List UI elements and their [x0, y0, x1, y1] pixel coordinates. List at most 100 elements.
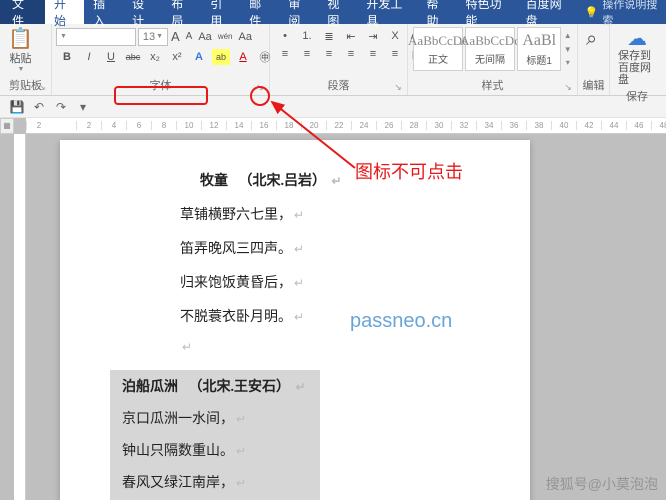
styles-launcher-icon[interactable]: ↘: [562, 81, 574, 93]
highlight-button[interactable]: ab: [212, 49, 230, 65]
tab-devtools[interactable]: 开发工具: [357, 0, 417, 24]
poem2-line: 京口瓜洲一水间，↵: [122, 408, 320, 428]
style-preview: AaBbCcDc: [460, 33, 520, 49]
poem1-title: 牧童: [200, 174, 228, 189]
document-area: ▦ 22468101214161820222426283032343638404…: [0, 118, 666, 500]
menu-file[interactable]: 文件: [0, 0, 45, 24]
empty-line: ↵: [180, 340, 530, 356]
bullets-button[interactable]: •: [276, 28, 294, 44]
watermark-sohu: 搜狐号@小莫泡泡: [546, 474, 658, 494]
align-right-button[interactable]: ≡: [320, 46, 338, 62]
style-name: 正文: [428, 51, 448, 66]
underline-button[interactable]: U: [102, 49, 120, 65]
tab-references[interactable]: 引用: [201, 0, 240, 24]
font-color-button[interactable]: A: [234, 49, 252, 65]
tab-help[interactable]: 帮助: [418, 0, 457, 24]
paste-icon: 📋: [8, 29, 33, 49]
poem1-line: 归来饱饭黄昏后，↵: [180, 272, 530, 292]
annotation-text: 图标不可点击: [355, 158, 463, 184]
poem2-title-line: 泊船瓜洲 （北宋.王安石） ↵: [122, 376, 320, 396]
tab-features[interactable]: 特色功能: [457, 0, 517, 24]
group-paragraph-label: 段落 ↘: [270, 77, 407, 95]
poem2-selection-block: 泊船瓜洲 （北宋.王安石） ↵ 京口瓜洲一水间，↵ 钟山只隔数重山。↵ 春风又绿…: [110, 370, 320, 500]
chevron-down-icon: ▼: [17, 66, 24, 73]
subscript-button[interactable]: x₂: [146, 49, 164, 65]
text-effects-button[interactable]: A: [190, 49, 208, 65]
qat-undo-button[interactable]: ↶: [30, 98, 48, 116]
style-name: 标题1: [526, 52, 552, 67]
italic-button[interactable]: I: [80, 49, 98, 65]
clipboard-launcher-icon[interactable]: ↘: [36, 81, 48, 93]
shrink-font-button[interactable]: A: [185, 30, 194, 43]
group-font-label: 字体 ↘: [52, 77, 269, 95]
grow-font-button[interactable]: A: [170, 28, 181, 45]
save-to-baidu-label: 保存到 百度网盘: [618, 50, 656, 86]
multilevel-button[interactable]: ≣: [320, 28, 338, 44]
strike-button[interactable]: abc: [124, 49, 142, 65]
style-preview: AaBbCcDc: [408, 33, 468, 49]
bulb-icon: 💡: [585, 6, 599, 19]
paste-button[interactable]: 📋 粘贴 ▼: [4, 27, 37, 75]
document-body: 牧童 （北宋.吕岩） ↵ 草铺横野六七里，↵ 笛弄晚风三四声。↵ 归来饱饭黄昏后…: [60, 170, 530, 500]
tab-layout[interactable]: 布局: [162, 0, 201, 24]
superscript-button[interactable]: x²: [168, 49, 186, 65]
qat-more-button[interactable]: ▾: [74, 98, 92, 116]
tab-mailings[interactable]: 邮件: [240, 0, 279, 24]
style-normal[interactable]: AaBbCcDc 正文: [413, 27, 463, 71]
save-to-baidu-button[interactable]: ☁ 保存到 百度网盘: [614, 27, 660, 88]
watermark-passneo: passneo.cn: [350, 310, 452, 333]
increase-indent-button[interactable]: ⇥: [364, 28, 382, 44]
poem2-author: （北宋.王安石）: [189, 380, 291, 395]
line-spacing-button[interactable]: ≡: [386, 46, 404, 62]
poem2-line: 春风又绿江南岸，↵: [122, 472, 320, 492]
poem2-title: 泊船瓜洲: [122, 380, 178, 395]
decrease-indent-button[interactable]: ⇤: [342, 28, 360, 44]
horizontal-ruler[interactable]: 2246810121416182022242628303234363840424…: [26, 118, 666, 134]
vertical-ruler[interactable]: [14, 134, 26, 500]
find-icon: ⌕: [586, 29, 597, 49]
numbering-button[interactable]: 1.: [298, 28, 316, 44]
menubar: 文件 开始 插入 设计 布局 引用 邮件 审阅 视图 开发工具 帮助 特色功能 …: [0, 0, 666, 24]
group-editing-label: 编辑: [578, 77, 609, 95]
tab-baidu[interactable]: 百度网盘: [517, 0, 577, 24]
tab-design[interactable]: 设计: [123, 0, 162, 24]
group-paragraph: • 1. ≣ ⇤ ⇥ X A↓ ¶ ≡ ≡ ≡ ≡ ≡ ≡ ▧: [270, 24, 408, 95]
align-center-button[interactable]: ≡: [298, 46, 316, 62]
align-justify-button[interactable]: ≡: [342, 46, 360, 62]
poem1-line: 笛弄晚风三四声。↵: [180, 238, 530, 258]
align-left-button[interactable]: ≡: [276, 46, 294, 62]
poem1-line: 草铺横野六七里，↵: [180, 204, 530, 224]
font-size-combo[interactable]: 13▼: [138, 28, 168, 46]
qat-redo-button[interactable]: ↷: [52, 98, 70, 116]
find-button[interactable]: ⌕: [582, 27, 601, 51]
paste-label: 粘贴: [9, 50, 31, 66]
return-mark-icon: ↵: [332, 174, 342, 188]
phonetic-guide-button[interactable]: wén: [217, 31, 234, 42]
group-styles: AaBbCcDc 正文 AaBbCcDc 无间隔 AaBl 标题1 ▲ ▼ ▾ …: [408, 24, 578, 95]
tab-home[interactable]: 开始: [45, 0, 84, 24]
font-launcher-icon: ↘: [254, 81, 266, 93]
qat-save-button[interactable]: 💾: [8, 98, 26, 116]
styles-gallery-expand[interactable]: ▲ ▼ ▾: [562, 27, 573, 71]
change-case-button[interactable]: Aa: [197, 30, 212, 44]
chevron-expand-icon: ▾: [562, 58, 573, 67]
bold-button[interactable]: B: [58, 49, 76, 65]
align-distribute-button[interactable]: ≡: [364, 46, 382, 62]
tell-me-search[interactable]: 💡 操作说明搜索: [577, 0, 666, 24]
ruler-toggle[interactable]: ▦: [0, 118, 14, 134]
style-heading1[interactable]: AaBl 标题1: [517, 27, 561, 71]
tab-view[interactable]: 视图: [318, 0, 357, 24]
group-clipboard-label: 剪贴板 ↘: [0, 77, 51, 95]
group-styles-label: 样式 ↘: [408, 77, 577, 95]
style-nospacing[interactable]: AaBbCcDc 无间隔: [465, 27, 515, 71]
tab-review[interactable]: 审阅: [279, 0, 318, 24]
clear-format-button[interactable]: Aa: [238, 30, 253, 44]
paragraph-launcher-icon[interactable]: ↘: [392, 81, 404, 93]
group-save-label: 保存: [610, 88, 664, 106]
font-name-combo[interactable]: ▼: [56, 28, 136, 46]
document-page[interactable]: 牧童 （北宋.吕岩） ↵ 草铺横野六七里，↵ 笛弄晚风三四声。↵ 归来饱饭黄昏后…: [60, 140, 530, 500]
tab-insert[interactable]: 插入: [84, 0, 123, 24]
cn-number-button[interactable]: X: [386, 28, 404, 44]
chevron-down-icon: ▼: [562, 45, 573, 54]
group-save: ☁ 保存到 百度网盘 保存: [610, 24, 664, 95]
